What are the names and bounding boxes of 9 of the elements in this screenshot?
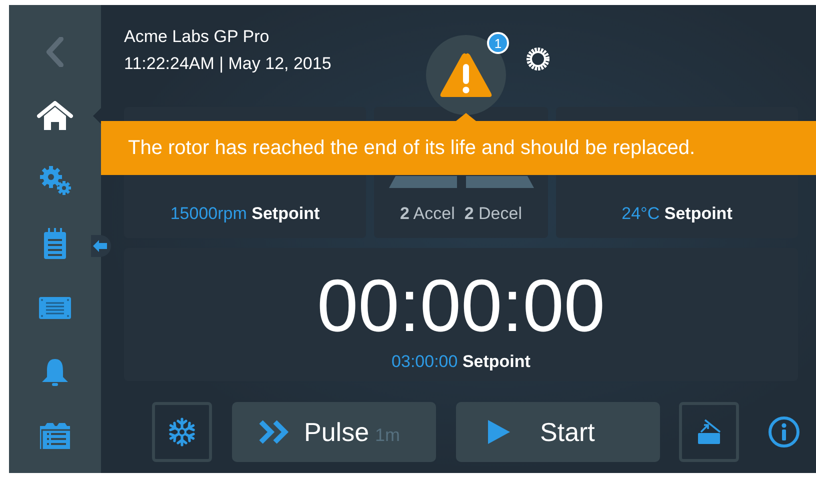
alert-toast: The rotor has reached the end of its life and should be replaced. — [101, 113, 816, 175]
timer-setpoint: 03:00:00 Setpoint — [392, 352, 530, 372]
timer-value: 00:00:00 — [316, 266, 606, 346]
ramp-rates: 2 Accel 2 Decel — [400, 204, 522, 224]
temperature-setpoint: 24°C Setpoint — [622, 204, 732, 224]
date-time: 11:22:24AM | May 12, 2015 — [124, 53, 332, 75]
device-title: Acme Labs GP Pro — [124, 26, 270, 48]
alert-count-badge: 1 — [487, 32, 509, 54]
speed-setpoint: 15000rpm Setpoint — [170, 204, 320, 224]
